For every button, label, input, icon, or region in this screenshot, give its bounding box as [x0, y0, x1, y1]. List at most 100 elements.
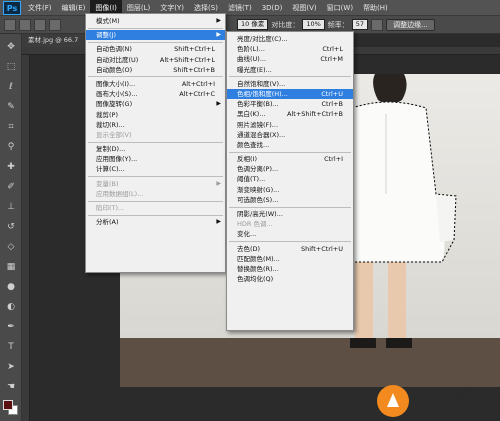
adjustments-menu-item-label: 色彩平衡(B)... [237, 100, 279, 109]
image-menu-item-shortcut: Alt+Shift+Ctrl+L [159, 55, 215, 64]
pen-pressure-icon[interactable] [371, 18, 384, 31]
lasso-tool-icon[interactable]: ℓ [4, 80, 18, 94]
adjustments-menu-item-shortcut: Ctrl+L [322, 45, 343, 54]
frequency-field[interactable]: 57 [351, 19, 369, 30]
adjustments-menu-item[interactable]: 匹配颜色(M)... [227, 254, 353, 264]
eyedropper-tool-icon[interactable]: ⚲ [4, 140, 18, 154]
adjustments-menu-item-label: 变化... [237, 230, 257, 239]
image-menu-item-label: 计算(C)... [96, 165, 125, 174]
adjustments-menu-item-label: 色调均化(Q) [237, 275, 274, 284]
image-menu-item[interactable]: 自动对比度(U) Alt+Shift+Ctrl+L [86, 55, 225, 65]
crop-tool-icon[interactable]: ⌗ [4, 120, 18, 134]
image-menu-item[interactable]: 复制(D)... [86, 144, 225, 154]
watermark-url: www.qdldtd.com [415, 405, 474, 413]
adjustments-menu-item-label: 可选颜色(S)... [237, 195, 279, 204]
subtract-selection-icon[interactable] [49, 18, 61, 31]
image-menu-item[interactable]: 调整(J) ▶ [86, 30, 225, 41]
adjustments-menu-item[interactable]: 渐变映射(G)... [227, 185, 353, 195]
adjustments-menu-item[interactable]: 色阶(L)... Ctrl+L [227, 44, 353, 54]
new-selection-icon[interactable] [19, 18, 31, 31]
adjustments-menu-item[interactable]: 色相/饱和度(H)... Ctrl+U [227, 88, 353, 100]
clone-stamp-tool-icon[interactable]: ⊥ [4, 200, 18, 214]
adjustments-menu-item[interactable]: 阴影/高光(W)... [227, 209, 353, 219]
adjustments-menu-item[interactable]: 亮度/对比度(C)... [227, 34, 353, 44]
dodge-tool-icon[interactable]: ◐ [4, 300, 18, 314]
adjustments-menu-item-label: 匹配颜色(M)... [237, 254, 280, 263]
tool-preset-icon[interactable] [4, 18, 16, 31]
adjustments-menu-item[interactable]: 曝光度(E)... [227, 65, 353, 75]
refine-edge-button[interactable]: 调整边缘... [386, 18, 435, 31]
adjustments-menu-item[interactable]: 阈值(T)... [227, 174, 353, 184]
eraser-tool-icon[interactable]: ◇ [4, 240, 18, 254]
adjustments-menu-item-shortcut: Ctrl+M [320, 55, 343, 64]
brush-tool-icon[interactable]: ✐ [4, 180, 18, 194]
menu-filter[interactable]: 滤镜(T) [223, 0, 257, 16]
menu-separator [88, 200, 223, 202]
menu-separator [88, 176, 223, 178]
adjustments-menu-item-shortcut: Alt+Shift+Ctrl+B [287, 110, 343, 119]
adjustments-menu-item[interactable]: 色调分离(P)... [227, 164, 353, 174]
adjustments-menu-item[interactable]: 可选颜色(S)... [227, 195, 353, 205]
menu-separator [88, 41, 223, 43]
adjustments-menu-item-label: 通道混合器(X)... [237, 130, 286, 139]
hand-tool-icon[interactable]: ☚ [4, 380, 18, 394]
menu-help[interactable]: 帮助(H) [358, 0, 393, 16]
image-menu-item[interactable]: 图像旋转(G) ▶ [86, 99, 225, 109]
adjustments-menu-item[interactable]: 色调均化(Q) [227, 274, 353, 284]
adjustments-menu-item-label: 黑白(K)... [237, 110, 266, 119]
submenu-arrow-icon: ▶ [216, 218, 221, 226]
adjustments-menu-item[interactable]: 照片滤镜(F)... [227, 120, 353, 130]
tools-panel: ✥ ⬚ ℓ ✎ ⌗ ⚲ ✚ ✐ ⊥ ↺ ◇ ▦ ● ◐ ✒ T ➤ ☚ [0, 34, 22, 421]
image-menu-item[interactable]: 裁切(R)... [86, 120, 225, 130]
adjustments-menu-item[interactable]: 通道混合器(X)... [227, 130, 353, 140]
marquee-tool-icon[interactable]: ⬚ [4, 60, 18, 74]
adjustments-menu-item[interactable]: 去色(D) Shift+Ctrl+U [227, 244, 353, 254]
healing-brush-tool-icon[interactable]: ✚ [4, 160, 18, 174]
quick-select-tool-icon[interactable]: ✎ [4, 100, 18, 114]
menu-3d[interactable]: 3D(D) [257, 0, 288, 16]
menu-view[interactable]: 视图(V) [287, 0, 321, 16]
image-menu-item[interactable]: 模式(M) ▶ [86, 16, 225, 26]
adjustments-menu-item[interactable]: 曲线(U)... Ctrl+M [227, 54, 353, 64]
type-tool-icon[interactable]: T [4, 340, 18, 354]
adjustments-menu-item[interactable]: 变化... [227, 229, 353, 239]
foreground-color-swatch[interactable] [3, 400, 13, 410]
gradient-tool-icon[interactable]: ▦ [4, 260, 18, 274]
adjustments-menu-item[interactable]: 黑白(K)... Alt+Shift+Ctrl+B [227, 109, 353, 119]
width-field[interactable]: 10 像素 [237, 19, 269, 30]
submenu-arrow-icon: ▶ [216, 179, 221, 187]
adjustments-menu-item-shortcut: Ctrl+U [321, 89, 343, 98]
path-select-tool-icon[interactable]: ➤ [4, 360, 18, 374]
adjustments-menu-item[interactable]: 颜色查找... [227, 140, 353, 150]
pen-tool-icon[interactable]: ✒ [4, 320, 18, 334]
image-menu-item[interactable]: 自动颜色(O) Shift+Ctrl+B [86, 65, 225, 75]
image-menu-item-label: 裁剪(P) [96, 110, 118, 119]
history-brush-tool-icon[interactable]: ↺ [4, 220, 18, 234]
move-tool-icon[interactable]: ✥ [4, 40, 18, 54]
menu-window[interactable]: 窗口(W) [322, 0, 358, 16]
contrast-field[interactable]: 10% [302, 19, 325, 30]
frequency-label: 频率： [327, 20, 349, 29]
image-menu-item[interactable]: 图像大小(I)... Alt+Ctrl+I [86, 79, 225, 89]
adjustments-menu-item[interactable]: 反相(I) Ctrl+I [227, 154, 353, 164]
adjustments-menu-item-label: 去色(D) [237, 244, 261, 253]
adjustments-menu-item-label: 色调分离(P)... [237, 165, 279, 174]
image-menu-item: 陷印(T)... [86, 203, 225, 213]
add-selection-icon[interactable] [34, 18, 46, 31]
image-menu-item[interactable]: 画布大小(S)... Alt+Ctrl+C [86, 89, 225, 99]
image-menu-item[interactable]: 应用图像(Y)... [86, 154, 225, 164]
adjustments-menu-item-label: 曲线(U)... [237, 55, 267, 64]
menu-separator [88, 76, 223, 78]
adjustments-menu-item[interactable]: 自然饱和度(V)... [227, 79, 353, 89]
image-menu-item-label: 自动颜色(O) [96, 65, 133, 74]
image-menu-item[interactable]: 裁剪(P) [86, 110, 225, 120]
blur-tool-icon[interactable]: ● [4, 280, 18, 294]
adjustments-menu-item-label: 色相/饱和度(H)... [237, 89, 288, 98]
menu-file[interactable]: 文件(F) [23, 0, 57, 16]
image-menu-item[interactable]: 分析(A) ▶ [86, 217, 225, 227]
adjustments-menu-item[interactable]: 色彩平衡(B)... Ctrl+B [227, 99, 353, 109]
image-menu-item[interactable]: 计算(C)... [86, 164, 225, 174]
image-menu-item[interactable]: 自动色调(N) Shift+Ctrl+L [86, 44, 225, 54]
adjustments-menu-item[interactable]: 替换颜色(R)... [227, 264, 353, 274]
adjustments-menu-item-label: 自然饱和度(V)... [237, 79, 286, 88]
